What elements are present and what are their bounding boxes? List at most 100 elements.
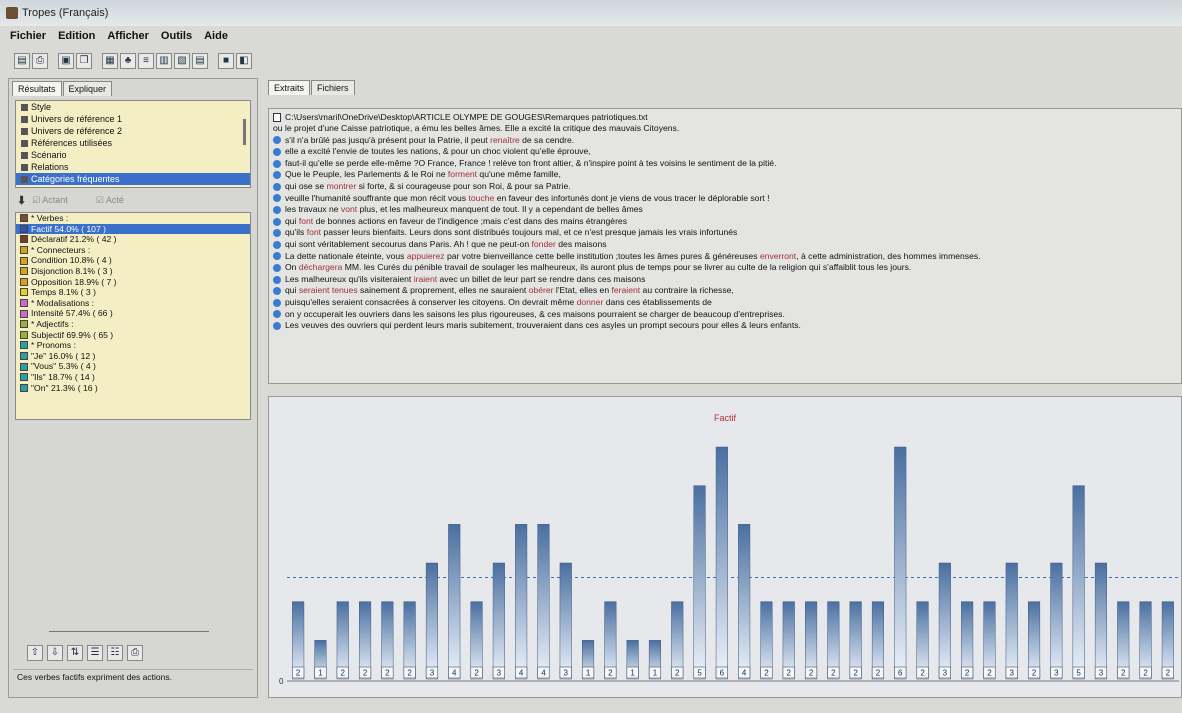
verb-item[interactable]: "Je" 16.0% ( 12 )	[16, 351, 250, 362]
list-icon[interactable]: ☰	[87, 645, 103, 661]
extract-text: qui sont véritablement secourus dans Par…	[285, 239, 607, 251]
category-item[interactable]: Univers de référence 2	[16, 125, 250, 137]
verb-item[interactable]: * Adjectifs :	[16, 319, 250, 330]
text-segment: s'il n'a brûlé pas jusqu'à présent pour …	[285, 134, 491, 145]
verb-item[interactable]: "Vous" 5.3% ( 4 )	[16, 361, 250, 372]
extract-line[interactable]: Les veuves des ouvriers qui perdent leur…	[273, 320, 1177, 332]
extract-line[interactable]: puisqu'elles seraient consacrées à conse…	[273, 297, 1177, 309]
verb-label: Déclaratif 21.2% ( 42 )	[31, 234, 117, 245]
verb-item[interactable]: "Ils" 18.7% ( 14 )	[16, 372, 250, 383]
extract-line[interactable]: qui ose se montrer si forte, & si courag…	[273, 181, 1177, 193]
chart-bar[interactable]	[492, 562, 505, 680]
verb-item[interactable]: Factif 54.0% ( 107 )	[16, 223, 250, 235]
tab-extraits[interactable]: Extraits	[268, 80, 311, 95]
grid-icon[interactable]: ▦	[102, 53, 118, 69]
extract-line[interactable]: Que le Peuple, les Parlements & le Roi n…	[273, 169, 1177, 181]
chart-bar[interactable]	[1094, 562, 1107, 680]
bar-chart-icon[interactable]: ▥	[156, 53, 172, 69]
extract-line[interactable]: on y occuperait les ouvriers dans les sa…	[273, 309, 1177, 321]
verb-item[interactable]: Condition 10.8% ( 4 )	[16, 255, 250, 266]
filter-icon[interactable]: ☷	[107, 645, 123, 661]
chart-bar[interactable]	[693, 485, 706, 680]
verb-item[interactable]: Déclaratif 21.2% ( 42 )	[16, 234, 250, 245]
verb-item[interactable]: Temps 8.1% ( 3 )	[16, 287, 250, 298]
verb-item[interactable]: "On" 21.3% ( 16 )	[16, 383, 250, 394]
category-item[interactable]: Scénario	[16, 149, 250, 161]
verb-item[interactable]: * Connecteurs :	[16, 245, 250, 256]
extract-line[interactable]: La dette nationale éteinte, vous appuier…	[273, 251, 1177, 263]
chart-bar[interactable]	[425, 562, 438, 680]
category-item[interactable]: Références utilisées	[16, 137, 250, 149]
copy-icon[interactable]: ❐	[76, 53, 92, 69]
menu-afficher[interactable]: Afficher	[107, 30, 149, 42]
dictionary-icon[interactable]: ◧	[236, 53, 252, 69]
extract-line[interactable]: qui seraient tenues sainement & propreme…	[273, 285, 1177, 297]
print-icon[interactable]: ⎙	[32, 53, 48, 69]
category-item[interactable]: Style	[16, 101, 250, 113]
category-item[interactable]: Catégories fréquentes	[16, 173, 250, 185]
verb-item[interactable]: * Pronoms :	[16, 340, 250, 351]
highlighted-verb: donner	[576, 296, 604, 307]
bullet-icon	[273, 229, 281, 238]
tab-expliquer[interactable]: Expliquer	[62, 81, 113, 96]
chart-bar[interactable]	[448, 524, 461, 680]
scrollbar[interactable]	[243, 119, 246, 145]
verb-item[interactable]: Intensité 57.4% ( 66 )	[16, 308, 250, 319]
verb-item[interactable]: Subjectif 69.9% ( 65 )	[16, 330, 250, 341]
book-icon[interactable]: ■	[218, 53, 234, 69]
verb-item[interactable]: Disjonction 8.1% ( 3 )	[16, 266, 250, 277]
extract-line[interactable]: qui sont véritablement secourus dans Par…	[273, 239, 1177, 251]
chart-bar[interactable]	[1005, 562, 1018, 680]
chart-bar[interactable]	[1072, 485, 1085, 680]
verb-label: "Je" 16.0% ( 12 )	[31, 350, 96, 361]
chart-bar[interactable]	[559, 562, 572, 680]
text-segment: Les malheureux qu'ils visiteraient	[285, 273, 414, 284]
down-arrow-icon[interactable]: ⬇	[17, 194, 26, 207]
tab-resultats[interactable]: Résultats	[12, 81, 62, 96]
graph-icon[interactable]: ▧	[174, 53, 190, 69]
category-item[interactable]: Univers de référence 1	[16, 113, 250, 125]
actors-icon[interactable]: ♣	[120, 53, 136, 69]
relations-icon[interactable]: ≡	[138, 53, 154, 69]
move-up-icon[interactable]: ⇧	[27, 645, 43, 661]
chart-bar[interactable]	[938, 562, 951, 680]
bar-value-label: 3	[1054, 669, 1059, 678]
menu-aide[interactable]: Aide	[204, 30, 228, 42]
chart-bar[interactable]	[537, 524, 550, 680]
tab-fichiers[interactable]: Fichiers	[311, 80, 355, 95]
extracts-panel: C:\Users\maril\OneDrive\Desktop\ARTICLE …	[268, 108, 1182, 384]
menu-outils[interactable]: Outils	[161, 30, 192, 42]
extract-line[interactable]: qui font de bonnes actions en faveur de …	[273, 216, 1177, 228]
print-small-icon[interactable]: ⎙	[127, 645, 143, 661]
category-item[interactable]: Relations	[16, 161, 250, 173]
verb-item[interactable]: * Modalisations :	[16, 298, 250, 309]
text-segment: l'Etat, elles en	[553, 285, 612, 296]
extract-line[interactable]: qu'ils font passer leurs bienfaits. Leur…	[273, 227, 1177, 239]
chart-bar[interactable]	[738, 524, 751, 680]
chart-bar[interactable]	[1050, 562, 1063, 680]
actant-checkbox[interactable]: ☑ Actant	[32, 195, 68, 206]
menu-fichier[interactable]: Fichier	[10, 30, 46, 42]
extract-line[interactable]: ou le projet d'une Caisse patriotique, a…	[273, 123, 1177, 135]
extract-line[interactable]: s'il n'a brûlé pas jusqu'à présent pour …	[273, 135, 1177, 147]
verb-item[interactable]: Opposition 18.9% ( 7 )	[16, 277, 250, 288]
chart-bar[interactable]	[715, 446, 728, 680]
sort-icon[interactable]: ⇅	[67, 645, 83, 661]
extract-line[interactable]: elle a excité l'envie de toutes les nati…	[273, 146, 1177, 158]
properties-icon[interactable]: ▣	[58, 53, 74, 69]
table-icon[interactable]: ▤	[192, 53, 208, 69]
extract-line[interactable]: Les malheureux qu'ils visiteraient iraie…	[273, 274, 1177, 286]
extract-line[interactable]: veuille l'humanité souffrante que mon ré…	[273, 193, 1177, 205]
text-segment: Les veuves des ouvriers qui perdent leur…	[285, 320, 801, 331]
verb-item[interactable]: * Verbes :	[16, 213, 250, 224]
chart-bar[interactable]	[894, 446, 907, 680]
extract-line[interactable]: les travaux ne vont plus, et les malheur…	[273, 204, 1177, 216]
chart-bar[interactable]	[515, 524, 528, 680]
move-down-icon[interactable]: ⇩	[47, 645, 63, 661]
menu-edition[interactable]: Edition	[58, 30, 95, 42]
extract-line[interactable]: On déchargera MM. les Curés du pénible t…	[273, 262, 1177, 274]
highlighted-verb: montrer	[326, 180, 357, 191]
extract-line[interactable]: faut-il qu'elle se perde elle-même ?O Fr…	[273, 158, 1177, 170]
open-icon[interactable]: ▤	[14, 53, 30, 69]
acte-checkbox[interactable]: ☑ Acté	[96, 195, 124, 206]
